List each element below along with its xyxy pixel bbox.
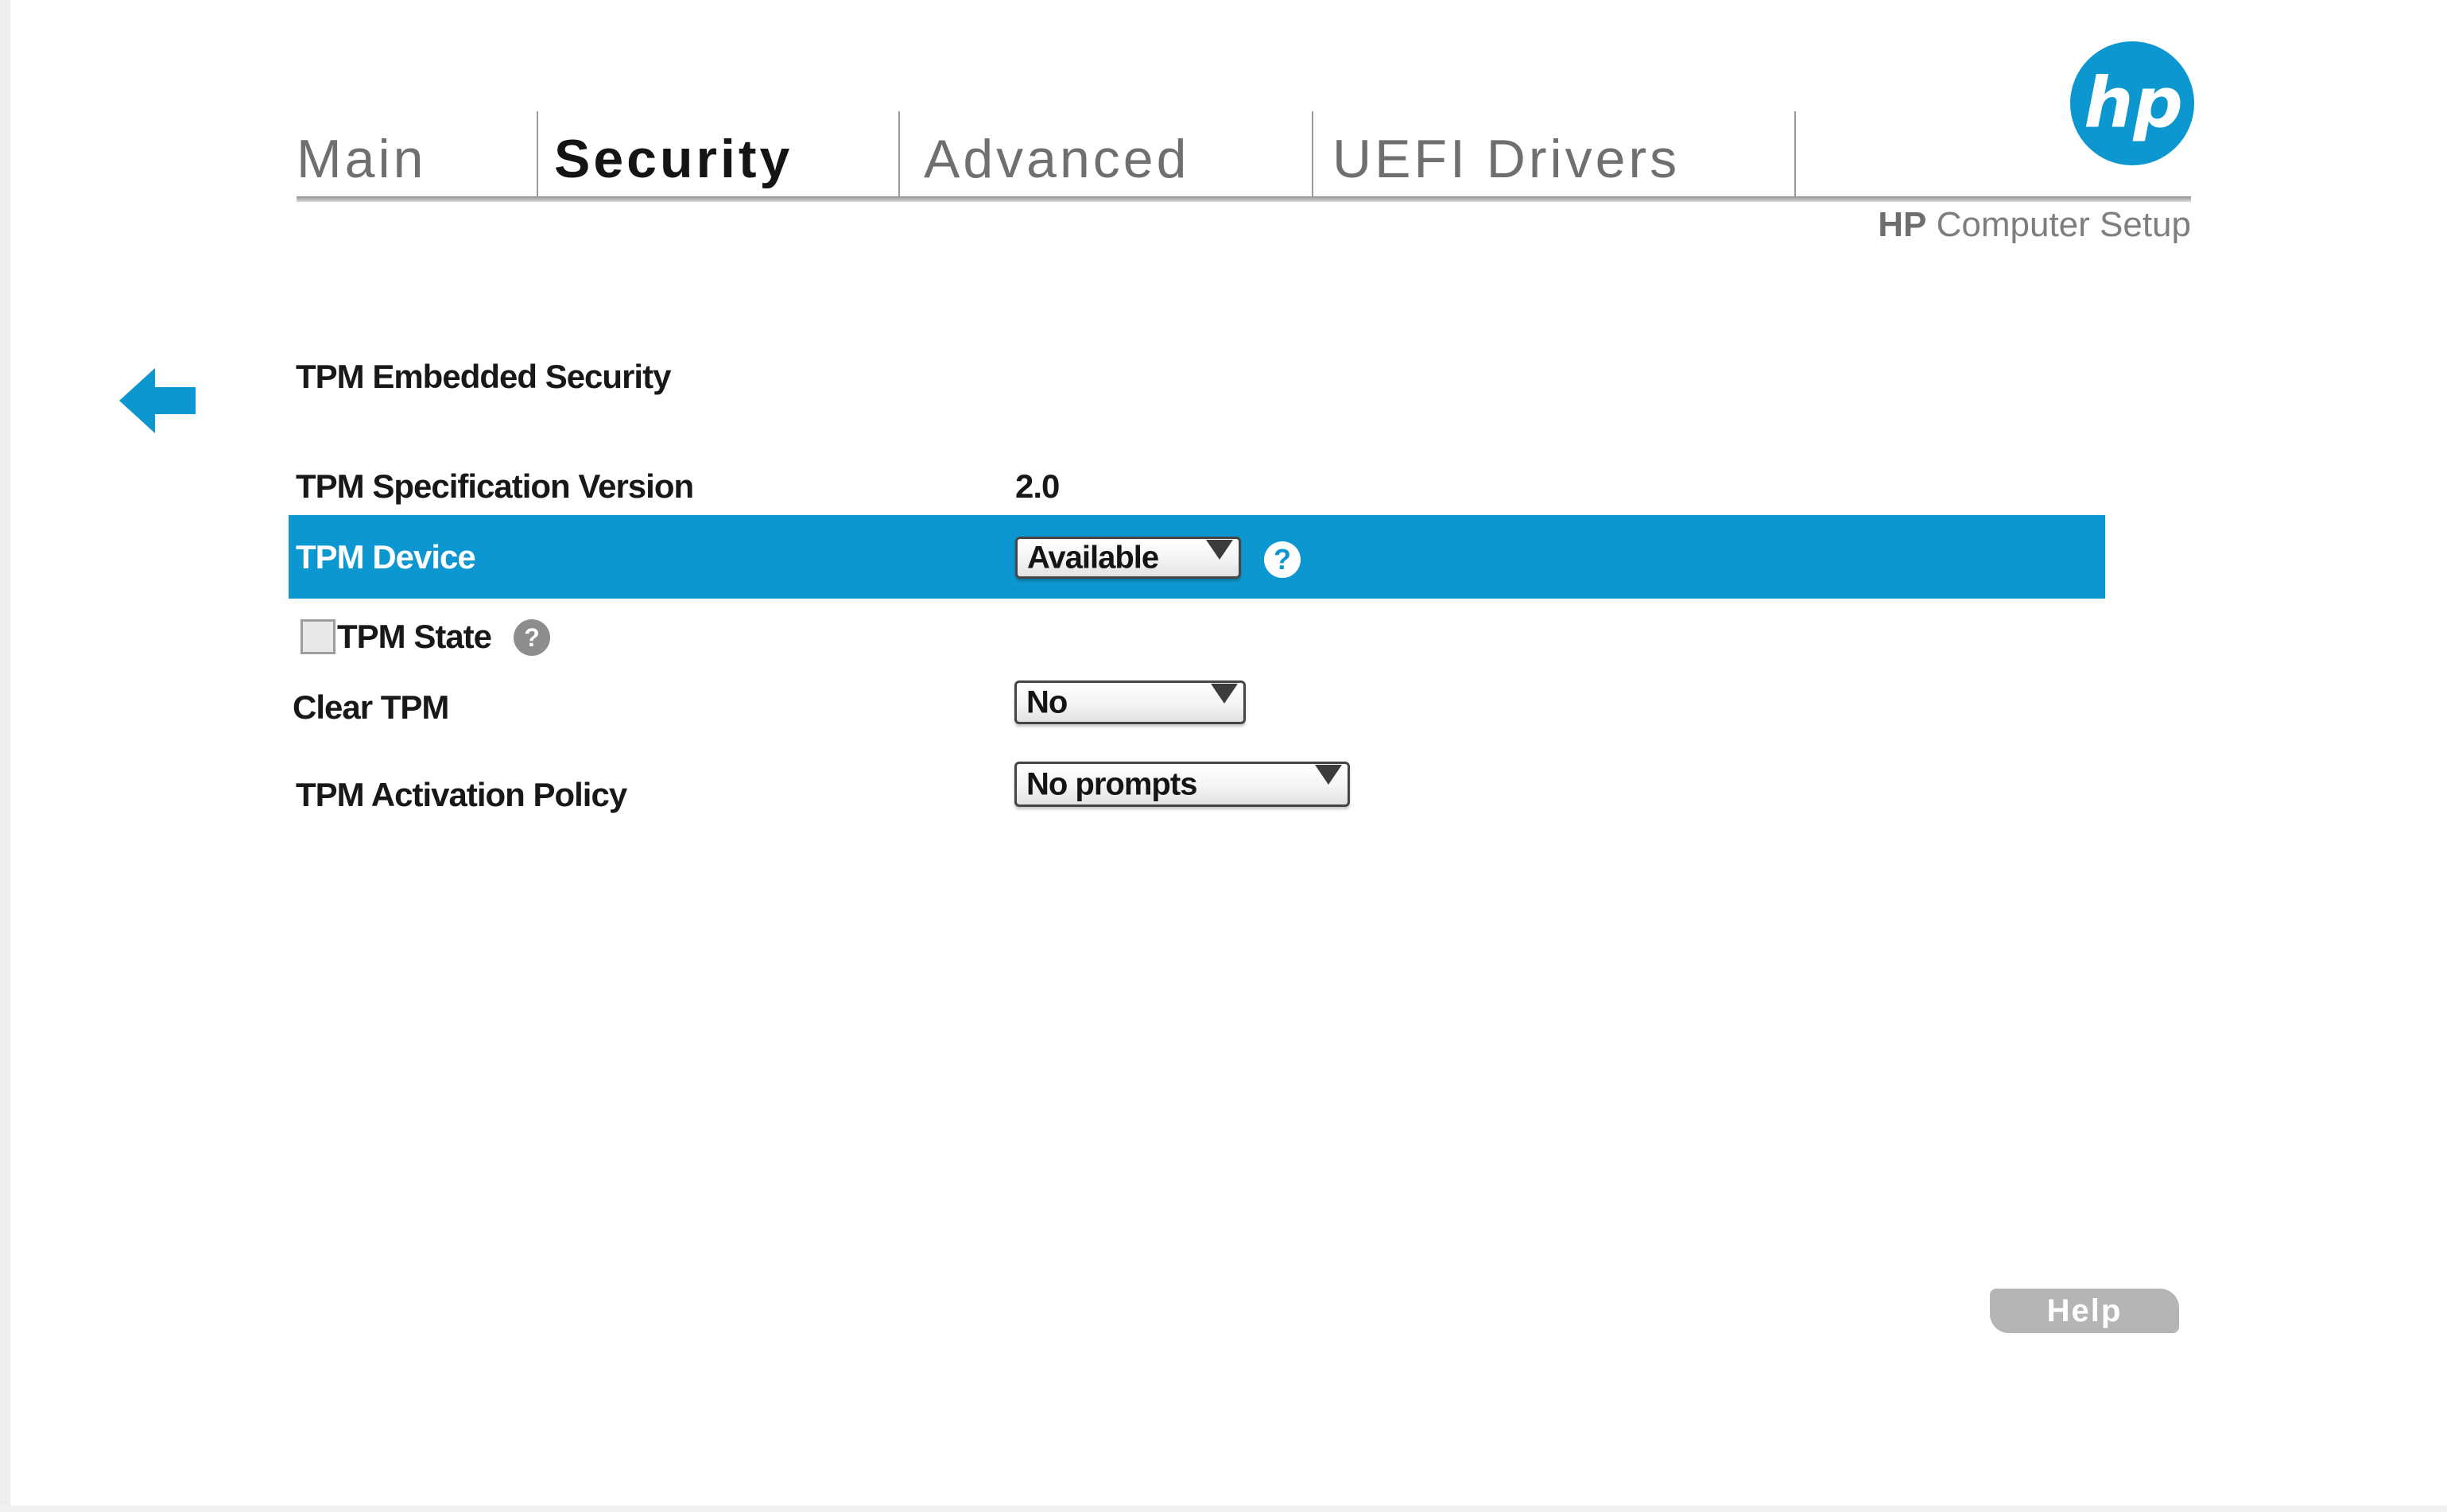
header-subtitle-brand: HP (1878, 205, 1926, 244)
page-bottom-edge (0, 1506, 2447, 1512)
tpm-spec-version-label: TPM Specification Version (296, 467, 693, 506)
header-underline (297, 196, 2191, 202)
header-subtitle-text: Computer Setup (1926, 205, 2191, 244)
page-left-edge (0, 0, 10, 1512)
clear-tpm-label: Clear TPM (293, 688, 448, 727)
hp-logo-text: hp (2084, 63, 2183, 144)
tab-main[interactable]: Main (297, 119, 426, 199)
tpm-device-help-icon[interactable]: ? (1264, 541, 1301, 578)
tab-separator (1312, 111, 1313, 197)
hp-logo-icon: hp (2070, 41, 2194, 165)
tpm-device-select[interactable]: Available (1015, 537, 1241, 579)
tpm-state-help-icon[interactable]: ? (514, 619, 550, 656)
tpm-activation-policy-selected-value: No prompts (1026, 766, 1196, 802)
dropdown-arrow-icon (1206, 540, 1233, 560)
tab-uefi-drivers[interactable]: UEFI Drivers (1332, 119, 1680, 199)
page-title: TPM Embedded Security (296, 358, 670, 396)
clear-tpm-select[interactable]: No (1014, 680, 1246, 724)
tab-separator (898, 111, 900, 197)
tab-security[interactable]: Security (554, 119, 793, 199)
clear-tpm-selected-value: No (1026, 684, 1067, 720)
hp-computer-setup-page: { "colors": { "accent_blue": "#0d97d0", … (0, 0, 2447, 1512)
tpm-activation-policy-select[interactable]: No prompts (1014, 762, 1350, 807)
help-button[interactable]: Help (1990, 1289, 2179, 1333)
tpm-spec-version-value: 2.0 (1015, 467, 1059, 506)
tab-advanced[interactable]: Advanced (924, 119, 1189, 199)
header-subtitle: HP Computer Setup (1709, 205, 2191, 245)
tab-separator (1794, 111, 1796, 197)
tpm-activation-policy-label: TPM Activation Policy (296, 776, 626, 814)
back-arrow-icon[interactable] (119, 368, 196, 433)
dropdown-arrow-icon (1315, 765, 1342, 785)
tpm-device-label: TPM Device (296, 538, 475, 576)
tpm-state-label: TPM State (337, 619, 491, 654)
dropdown-arrow-icon (1211, 684, 1238, 704)
tab-separator (537, 111, 538, 197)
tpm-device-selected-value: Available (1027, 540, 1158, 576)
tpm-device-row[interactable]: TPM Device Available ? (289, 515, 2105, 599)
tpm-state-checkbox[interactable] (301, 619, 335, 654)
